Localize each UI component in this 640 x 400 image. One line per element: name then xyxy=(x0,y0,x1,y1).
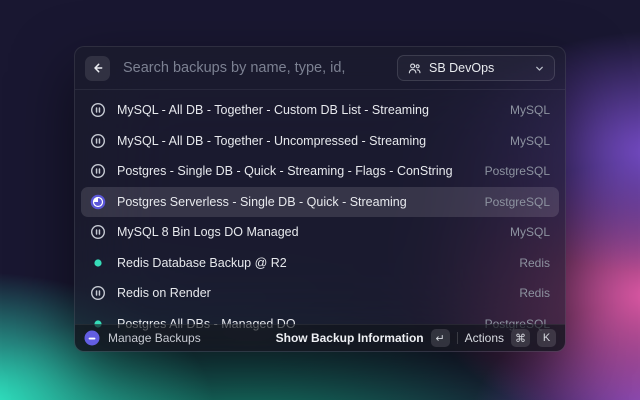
pause-circle-icon xyxy=(90,285,106,301)
list-item[interactable]: MySQL - All DB - Together - Custom DB Li… xyxy=(81,95,559,126)
list-item[interactable]: Postgres Serverless - Single DB - Quick … xyxy=(81,187,559,218)
chevron-down-icon xyxy=(534,63,545,74)
footer-app[interactable]: Manage Backups xyxy=(84,330,201,346)
list-item-db-type: MySQL xyxy=(510,225,550,239)
list-item-db-type: MySQL xyxy=(510,134,550,148)
primary-action-label[interactable]: Show Backup Information xyxy=(276,331,424,345)
list-item[interactable]: Postgres - Single DB - Quick - Streaming… xyxy=(81,156,559,187)
list-item-db-type: Redis xyxy=(519,256,550,270)
manage-backups-app-icon xyxy=(84,330,100,346)
list-item-title: MySQL - All DB - Together - Uncompressed… xyxy=(117,134,426,148)
list-item[interactable]: MySQL 8 Bin Logs DO Managed MySQL xyxy=(81,217,559,248)
team-icon xyxy=(407,61,422,76)
return-keycap[interactable]: ↵ xyxy=(431,329,450,347)
list-item-title: MySQL 8 Bin Logs DO Managed xyxy=(117,225,299,239)
backup-list: MySQL - All DB - Together - Custom DB Li… xyxy=(75,90,565,351)
pause-circle-icon xyxy=(90,133,106,149)
list-item[interactable]: MySQL - All DB - Together - Uncompressed… xyxy=(81,126,559,157)
launcher-window: SB DevOps MySQL - All DB - Together - Cu… xyxy=(74,46,566,352)
footer-app-label: Manage Backups xyxy=(108,331,201,345)
dot-teal-icon xyxy=(90,255,106,271)
search-bar: SB DevOps xyxy=(75,47,565,90)
back-arrow-icon xyxy=(91,61,105,75)
footer-separator xyxy=(457,332,458,344)
list-item[interactable]: Redis on Render Redis xyxy=(81,278,559,309)
footer-actions: Show Backup Information ↵ Actions ⌘ K xyxy=(276,329,556,347)
footer-bar: Manage Backups Show Backup Information ↵… xyxy=(75,324,565,351)
search-input[interactable] xyxy=(121,59,386,77)
list-item-db-type: PostgreSQL xyxy=(485,164,550,178)
pause-circle-icon xyxy=(90,102,106,118)
pause-circle-icon xyxy=(90,163,106,179)
list-item-db-type: PostgreSQL xyxy=(485,195,550,209)
pause-circle-icon xyxy=(90,224,106,240)
clock-indigo-icon xyxy=(90,194,106,210)
actions-label[interactable]: Actions xyxy=(465,331,504,345)
k-keycap[interactable]: K xyxy=(537,329,556,347)
workspace-dropdown-label: SB DevOps xyxy=(429,61,527,75)
command-keycap[interactable]: ⌘ xyxy=(511,329,530,347)
list-item-db-type: MySQL xyxy=(510,103,550,117)
list-item-title: Redis on Render xyxy=(117,286,211,300)
list-item[interactable]: Redis Database Backup @ R2 Redis xyxy=(81,248,559,279)
list-item-title: Postgres - Single DB - Quick - Streaming… xyxy=(117,164,453,178)
workspace-dropdown[interactable]: SB DevOps xyxy=(397,55,555,81)
back-button[interactable] xyxy=(85,56,110,81)
list-item-title: Postgres Serverless - Single DB - Quick … xyxy=(117,195,407,209)
list-item-title: Redis Database Backup @ R2 xyxy=(117,256,287,270)
list-item-title: MySQL - All DB - Together - Custom DB Li… xyxy=(117,103,429,117)
list-item-db-type: Redis xyxy=(519,286,550,300)
